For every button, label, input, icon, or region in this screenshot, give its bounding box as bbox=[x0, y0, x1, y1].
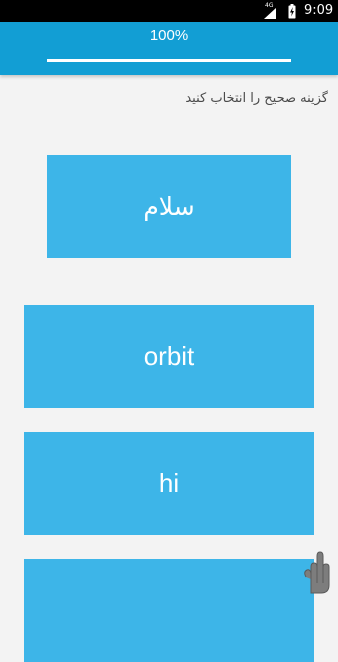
progress-bar bbox=[47, 59, 291, 62]
progress-percentage: 100% bbox=[149, 27, 189, 44]
prompt-word-card: سلام bbox=[47, 155, 291, 258]
progress-bar-fill bbox=[47, 59, 291, 62]
progress-header: 100% bbox=[0, 22, 338, 75]
signal-icon bbox=[264, 8, 276, 19]
instruction-text: گزینه صحیح را انتخاب کنید bbox=[185, 91, 328, 106]
answer-option-orbit[interactable]: orbit bbox=[24, 305, 314, 408]
hand-swipe-icon[interactable] bbox=[302, 547, 332, 595]
answer-option-hi[interactable]: hi bbox=[24, 432, 314, 535]
status-bar: 4G 9:09 bbox=[0, 0, 338, 22]
answer-option-3[interactable] bbox=[24, 559, 314, 662]
status-clock: 9:09 bbox=[304, 3, 334, 18]
battery-charging-icon bbox=[288, 4, 296, 19]
